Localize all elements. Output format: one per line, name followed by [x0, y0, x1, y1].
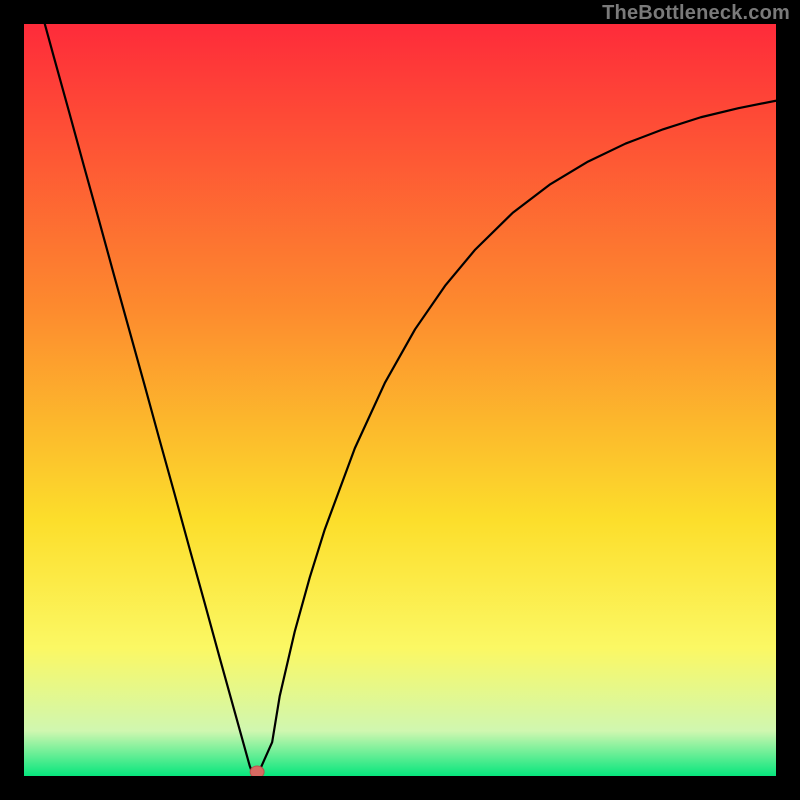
- chart-frame: TheBottleneck.com: [0, 0, 800, 800]
- chart-svg: [24, 24, 776, 776]
- plot-area: [24, 24, 776, 776]
- minimum-marker: [250, 766, 264, 776]
- attribution-label: TheBottleneck.com: [602, 2, 790, 25]
- gradient-background: [24, 24, 776, 776]
